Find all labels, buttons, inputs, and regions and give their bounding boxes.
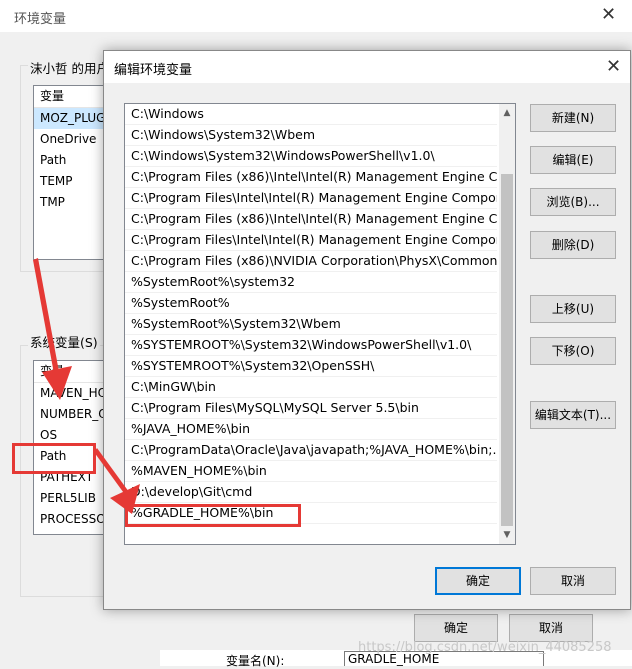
path-entry[interactable]: D:\develop\Git\cmd	[125, 482, 497, 503]
list-item[interactable]: PROCESSO	[34, 509, 113, 530]
list-item[interactable]: NUMBER_O	[34, 404, 113, 425]
var-name-label: 变量名(N):	[226, 654, 285, 668]
path-entry[interactable]: C:\Windows\System32\Wbem	[125, 125, 497, 146]
annotation-box-path-variable	[12, 443, 96, 474]
outer-ok-button[interactable]: 确定	[414, 614, 498, 642]
list-item[interactable]: MAVEN_HO	[34, 383, 113, 404]
list-item[interactable]: TMP	[34, 192, 113, 213]
path-entry[interactable]: %SYSTEMROOT%\System32\WindowsPowerShell\…	[125, 335, 497, 356]
outer-close-icon[interactable]: ✕	[601, 6, 616, 24]
edit-text-button[interactable]: 编辑文本(T)...	[530, 401, 616, 429]
path-entry[interactable]: C:\Windows\System32\WindowsPowerShell\v1…	[125, 146, 497, 167]
user-vars-list[interactable]: 变量 MOZ_PLUG OneDrive Path TEMP TMP	[33, 85, 113, 260]
edit-dialog-title: 编辑环境变量	[114, 63, 193, 78]
list-item[interactable]: MOZ_PLUG	[34, 108, 113, 129]
browse-button[interactable]: 浏览(B)...	[530, 188, 616, 216]
path-entry[interactable]: C:\Program Files (x86)\Intel\Intel(R) Ma…	[125, 209, 497, 230]
watermark: https://blog.csdn.net/weixin_44085258	[358, 640, 612, 655]
path-entry[interactable]: %SystemRoot%\System32\Wbem	[125, 314, 497, 335]
path-entry[interactable]: C:\Program Files\Intel\Intel(R) Manageme…	[125, 230, 497, 251]
user-vars-group-label: 沫小哲 的用户	[28, 58, 111, 77]
outer-cancel-button[interactable]: 取消	[509, 614, 593, 642]
list-item[interactable]: TEMP	[34, 171, 113, 192]
path-entries-list[interactable]: C:\Windows C:\Windows\System32\Wbem C:\W…	[124, 103, 516, 545]
path-entry[interactable]: %SYSTEMROOT%\System32\OpenSSH\	[125, 356, 497, 377]
move-up-button[interactable]: 上移(U)	[530, 295, 616, 323]
path-entry[interactable]: C:\Windows	[125, 104, 497, 125]
list-item[interactable]: PERL5LIB	[34, 488, 113, 509]
edit-ok-button[interactable]: 确定	[435, 567, 521, 595]
list-item[interactable]: Path	[34, 150, 113, 171]
scroll-down-icon[interactable]: ▼	[500, 528, 514, 542]
path-entry[interactable]: C:\Program Files\Intel\Intel(R) Manageme…	[125, 188, 497, 209]
outer-dialog-title: 环境变量	[14, 12, 67, 27]
path-entry[interactable]: %MAVEN_HOME%\bin	[125, 461, 497, 482]
new-button[interactable]: 新建(N)	[530, 104, 616, 132]
system-vars-header[interactable]: 变量	[34, 361, 113, 383]
scroll-up-icon[interactable]: ▲	[500, 106, 514, 120]
list-item[interactable]: OneDrive	[34, 129, 113, 150]
annotation-box-gradle-entry	[125, 504, 301, 527]
edit-button[interactable]: 编辑(E)	[530, 146, 616, 174]
path-entry[interactable]: C:\ProgramData\Oracle\Java\javapath;%JAV…	[125, 440, 497, 461]
system-vars-group-label: 系统变量(S)	[28, 332, 100, 351]
move-down-button[interactable]: 下移(O)	[530, 337, 616, 365]
outer-titlebar	[0, 0, 632, 32]
user-vars-header[interactable]: 变量	[34, 86, 113, 108]
path-entry[interactable]: C:\Program Files\MySQL\MySQL Server 5.5\…	[125, 398, 497, 419]
vertical-scrollbar[interactable]: ▲ ▼	[499, 104, 515, 544]
path-entry[interactable]: %SystemRoot%\system32	[125, 272, 497, 293]
path-entry[interactable]: C:\MinGW\bin	[125, 377, 497, 398]
scrollbar-thumb[interactable]	[501, 174, 513, 526]
path-entry[interactable]: %SystemRoot%	[125, 293, 497, 314]
path-entry[interactable]: %JAVA_HOME%\bin	[125, 419, 497, 440]
path-entry[interactable]: C:\Program Files (x86)\NVIDIA Corporatio…	[125, 251, 497, 272]
delete-button[interactable]: 删除(D)	[530, 231, 616, 259]
edit-cancel-button[interactable]: 取消	[530, 567, 616, 595]
edit-close-icon[interactable]: ✕	[606, 58, 621, 76]
path-entry[interactable]: C:\Program Files (x86)\Intel\Intel(R) Ma…	[125, 167, 497, 188]
